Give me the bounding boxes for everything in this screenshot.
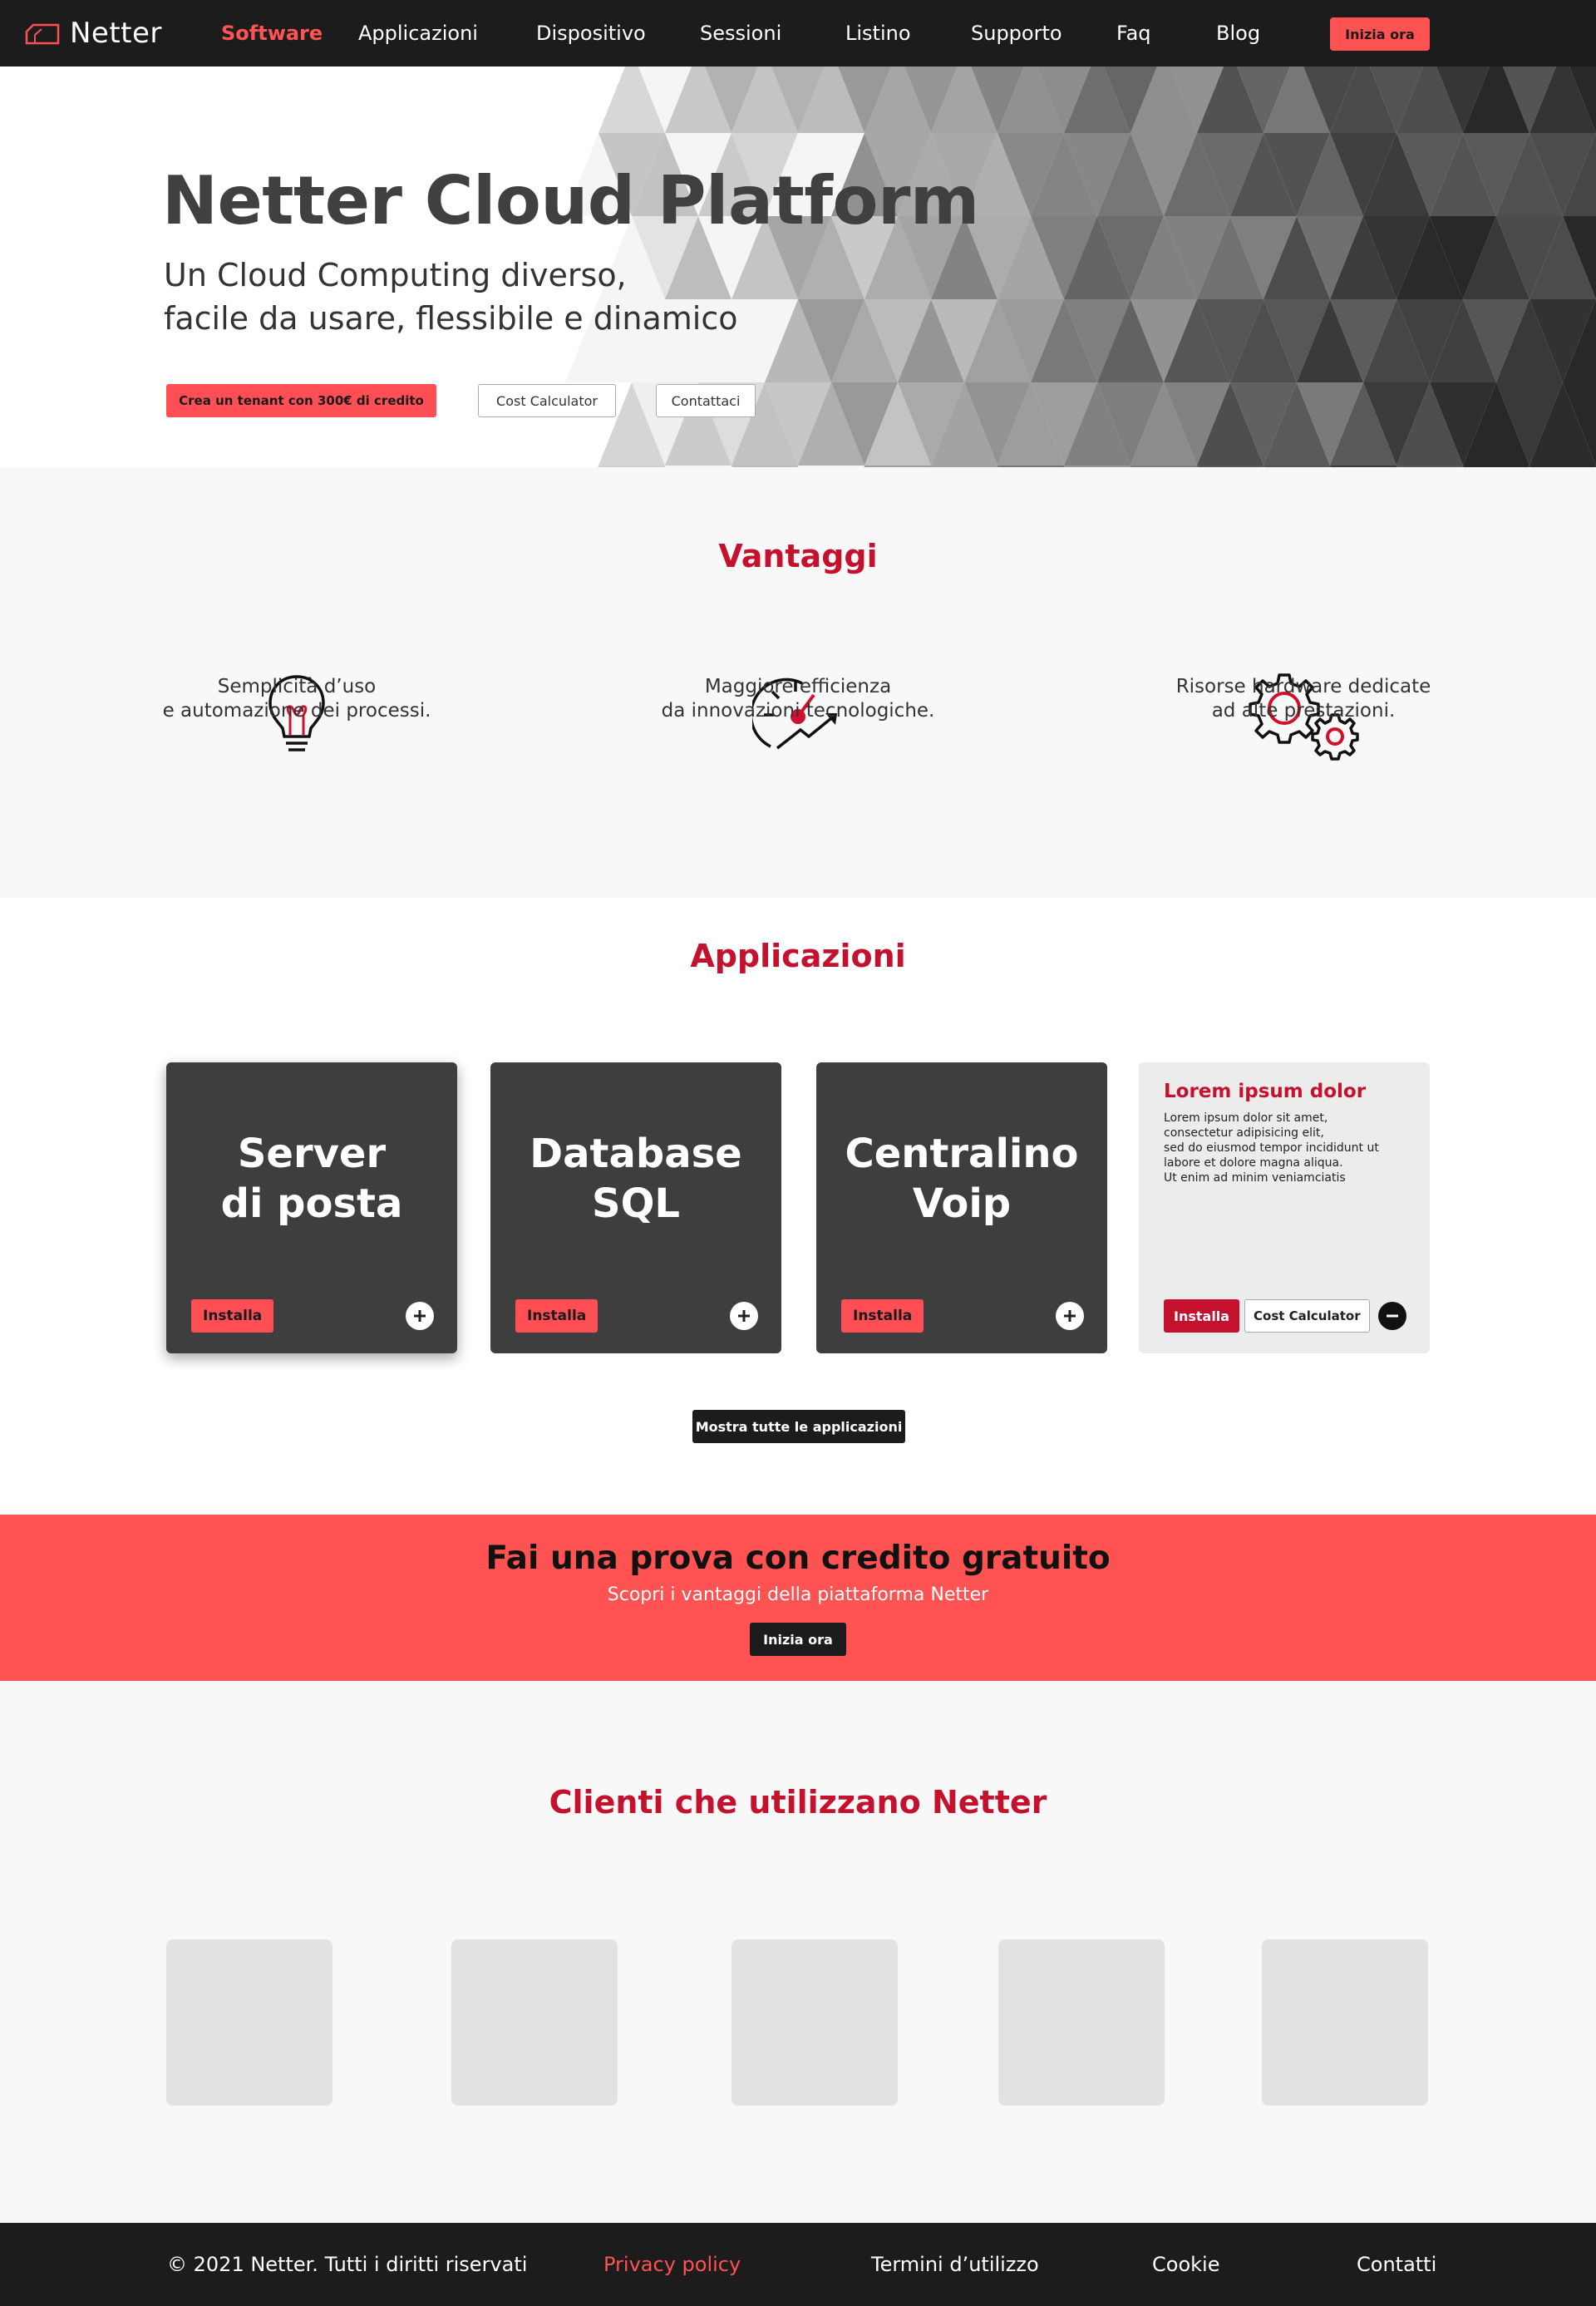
client-logo-placeholder	[451, 1939, 618, 2106]
advantage-text: Semplicità d’uso	[217, 676, 377, 697]
app-card-title-line: di posta	[220, 1180, 403, 1227]
hero-section: Netter Cloud Platform Un Cloud Computing…	[0, 67, 1596, 467]
client-logo-placeholder	[166, 1939, 332, 2106]
nav-item-supporto[interactable]: Supporto	[971, 22, 1062, 45]
free-credit-banner: Fai una prova con credito gratuito Scopr…	[0, 1515, 1596, 1681]
advantage-text: e automazione dei processi.	[162, 700, 431, 722]
nav-item-listino[interactable]: Listino	[845, 22, 911, 45]
applications-title: Applicazioni	[690, 938, 906, 974]
create-tenant-button[interactable]: Crea un tenant con 300€ di credito	[166, 384, 436, 417]
advantage-text: Maggiore efficienza	[704, 676, 892, 697]
advantages-title: Vantaggi	[718, 538, 878, 574]
app-card-title-line: SQL	[592, 1180, 680, 1227]
footer-terms-link[interactable]: Termini d’utilizzo	[871, 2253, 1039, 2276]
nav-item-applicazioni[interactable]: Applicazioni	[358, 22, 478, 45]
plus-icon[interactable]	[1056, 1302, 1084, 1330]
app-card-database-sql[interactable]: Database SQL Installa	[490, 1062, 781, 1353]
show-all-apps-button[interactable]: Mostra tutte le applicazioni	[692, 1410, 905, 1443]
nav-item-blog[interactable]: Blog	[1216, 22, 1260, 45]
app-card-expanded-title: Lorem ipsum dolor	[1164, 1081, 1367, 1102]
hero-subtitle-line1: Un Cloud Computing diverso,	[164, 257, 627, 293]
app-card-expanded[interactable]: Lorem ipsum dolor Lorem ipsum dolor sit …	[1139, 1062, 1430, 1353]
advantages-section: Vantaggi Semplicità d’uso e automazione …	[0, 467, 1596, 898]
app-card-title: Database SQL	[490, 1129, 781, 1229]
clients-title: Clienti che utilizzano Netter	[549, 1784, 1047, 1821]
cloud-logo-icon	[25, 23, 60, 45]
plus-icon[interactable]	[406, 1302, 434, 1330]
advantage-simplicity: Semplicità d’uso e automazione dei proce…	[131, 675, 463, 723]
nav-item-software[interactable]: Software	[221, 22, 323, 45]
install-button[interactable]: Installa	[191, 1299, 274, 1333]
promo-title: Fai una prova con credito gratuito	[485, 1540, 1111, 1577]
clients-section: Clienti che utilizzano Netter	[0, 1681, 1596, 2223]
advantage-text: ad alte prestazioni.	[1211, 700, 1396, 722]
footer-cookie-link[interactable]: Cookie	[1152, 2253, 1219, 2276]
nav-item-dispositivo[interactable]: Dispositivo	[536, 22, 646, 45]
promo-subtitle: Scopri i vantaggi della piattaforma Nett…	[607, 1584, 989, 1605]
brand-name: Netter	[70, 17, 162, 50]
promo-start-button[interactable]: Inizia ora	[750, 1623, 846, 1656]
footer-contacts-link[interactable]: Contatti	[1357, 2253, 1436, 2276]
footer-copyright: © 2021 Netter. Tutti i diritti riservati	[167, 2253, 528, 2276]
app-card-title-line: Centralino	[845, 1131, 1079, 1177]
plus-icon[interactable]	[730, 1302, 758, 1330]
client-logo-placeholder	[998, 1939, 1165, 2106]
install-button[interactable]: Installa	[1164, 1299, 1240, 1333]
advantage-efficiency: Maggiore efficienza da innovazioni tecno…	[632, 675, 964, 723]
contact-button[interactable]: Contattaci	[656, 384, 756, 417]
hero-subtitle-line2: facile da usare, flessibile e dinamico	[164, 300, 738, 337]
app-card-centralino-voip[interactable]: Centralino Voip Installa	[816, 1062, 1107, 1353]
brand-logo[interactable]: Netter	[23, 17, 162, 50]
advantage-hardware: Risorse hardware dedicate ad alte presta…	[1137, 675, 1470, 723]
nav-start-button[interactable]: Inizia ora	[1330, 17, 1430, 51]
advantage-text: Risorse hardware dedicate	[1175, 676, 1431, 697]
cost-calculator-button[interactable]: Cost Calculator	[1244, 1299, 1370, 1333]
advantage-text: da innovazioni tecnologiche.	[661, 700, 935, 722]
hero-title: Netter Cloud Platform	[162, 162, 979, 239]
footer-privacy-link[interactable]: Privacy policy	[603, 2253, 741, 2276]
applications-section: Applicazioni Server di posta Installa Da…	[0, 898, 1596, 1515]
app-card-title-line: Voip	[912, 1180, 1012, 1227]
client-logo-placeholder	[1262, 1939, 1428, 2106]
app-card-title-line: Database	[530, 1131, 742, 1177]
app-card-mail-server[interactable]: Server di posta Installa	[166, 1062, 457, 1353]
client-logo-placeholder	[732, 1939, 898, 2106]
cost-calculator-button[interactable]: Cost Calculator	[478, 384, 616, 417]
install-button[interactable]: Installa	[515, 1299, 598, 1333]
footer: © 2021 Netter. Tutti i diritti riservati…	[0, 2223, 1596, 2306]
nav-item-sessioni[interactable]: Sessioni	[700, 22, 781, 45]
hero-subtitle: Un Cloud Computing diverso, facile da us…	[164, 254, 738, 340]
app-card-title: Centralino Voip	[816, 1129, 1107, 1229]
app-card-title: Server di posta	[166, 1129, 457, 1229]
top-navbar: Netter Software Applicazioni Dispositivo…	[0, 0, 1596, 67]
app-card-expanded-description: Lorem ipsum dolor sit amet, consectetur …	[1164, 1111, 1379, 1185]
app-card-title-line: Server	[237, 1131, 387, 1177]
minus-icon[interactable]	[1378, 1302, 1406, 1330]
nav-item-faq[interactable]: Faq	[1116, 22, 1151, 45]
install-button[interactable]: Installa	[841, 1299, 924, 1333]
